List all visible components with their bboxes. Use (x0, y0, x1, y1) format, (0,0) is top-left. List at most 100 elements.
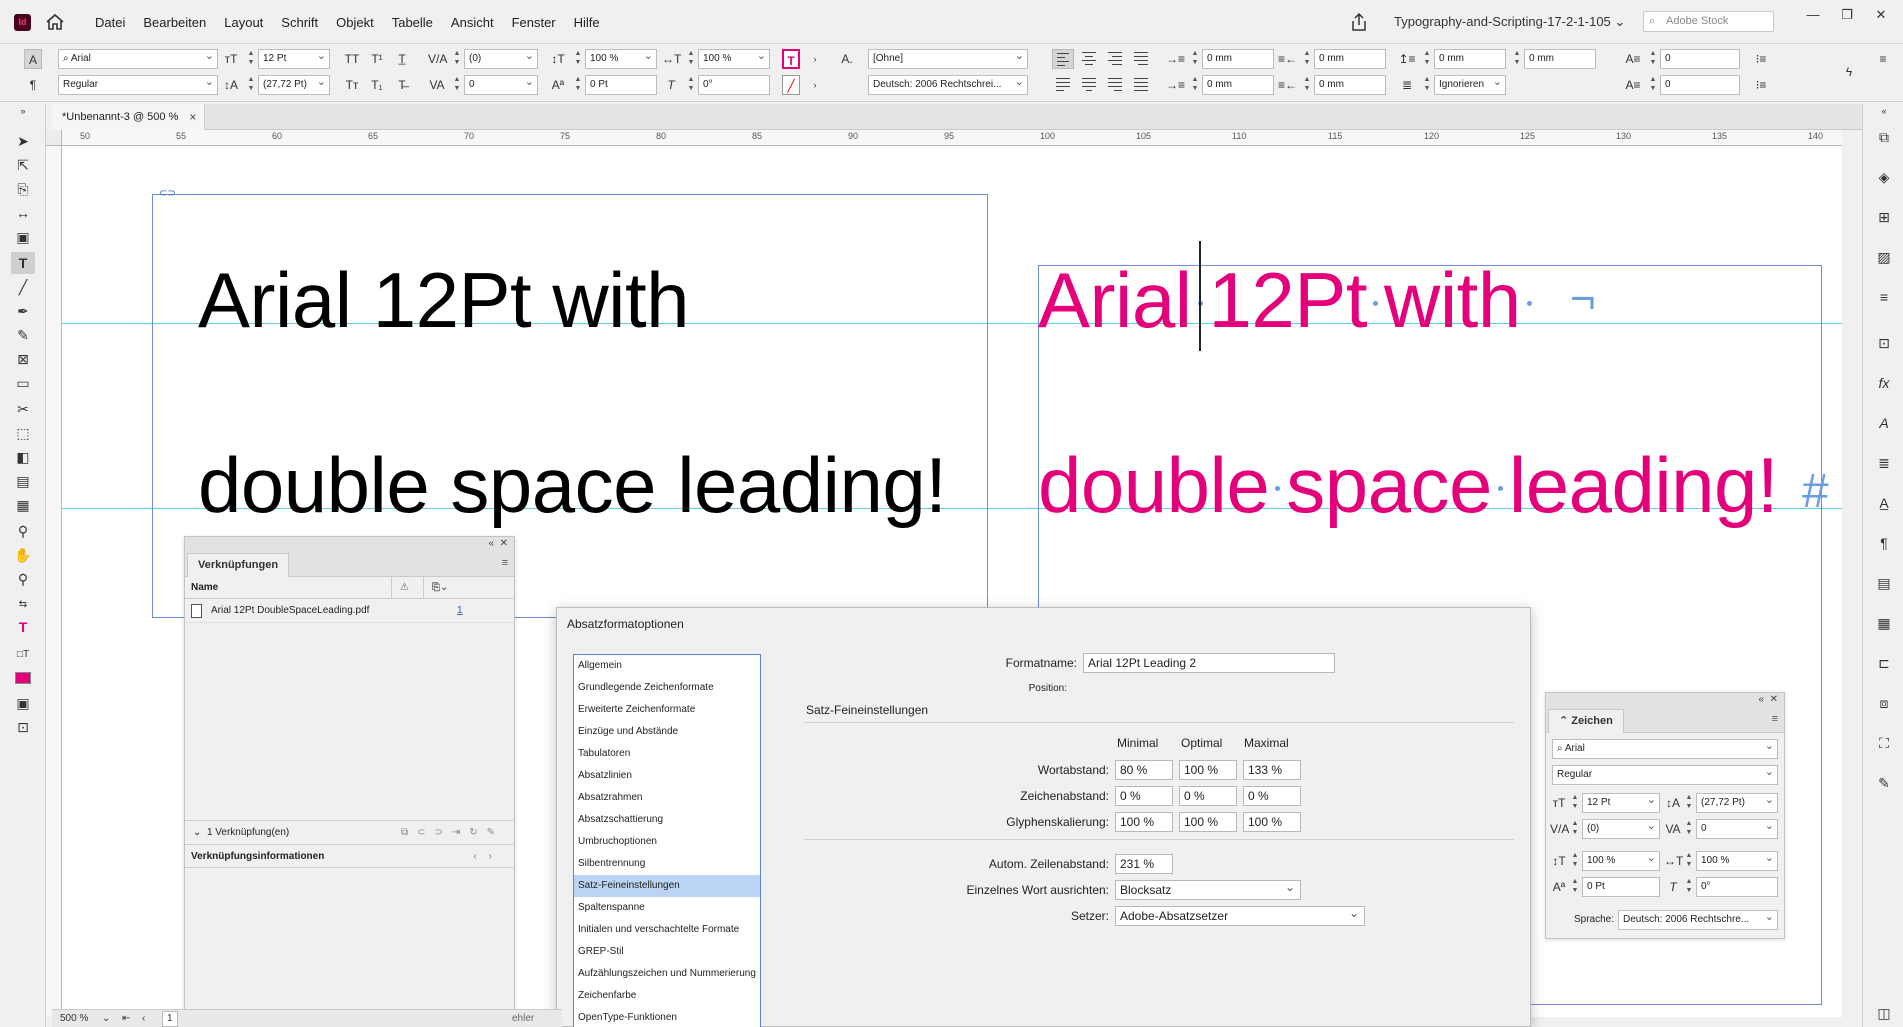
character-panel-icon[interactable]: A (1873, 412, 1895, 434)
screen-mode-icon[interactable]: ▣ (11, 692, 35, 714)
char-language-field[interactable]: Deutsch: 2006 Rechtschre... (1618, 910, 1778, 930)
last-line-indent-stepper[interactable]: ▲ ▼ (1302, 75, 1312, 95)
content-collector-icon[interactable]: ▣ (11, 226, 35, 248)
menu-layout[interactable]: Layout (215, 15, 272, 30)
fill-color-icon[interactable] (11, 666, 35, 688)
tab-zeichen[interactable]: ⌃ Zeichen (1548, 709, 1624, 733)
collapse-tools-icon[interactable]: » (11, 104, 35, 118)
align-center-button[interactable] (1078, 49, 1100, 69)
document-tab[interactable]: *Unbenannt-3 @ 500 % × (52, 104, 206, 130)
menu-schrift[interactable]: Schrift (272, 15, 327, 30)
type-tool-icon[interactable]: T (11, 252, 35, 274)
char-style-field[interactable]: Regular (1552, 765, 1778, 785)
category-item[interactable]: Erweiterte Zeichenformate (574, 699, 760, 721)
char-size-field[interactable]: 12 Pt (1582, 793, 1660, 813)
glyph-scaling-min[interactable]: 100 % (1115, 812, 1173, 832)
superscript-icon[interactable]: T¹ (368, 49, 386, 69)
fill-menu-chevron-icon[interactable]: › (806, 49, 824, 69)
minimize-button[interactable]: — (1796, 4, 1830, 26)
all-caps-icon[interactable]: TT (343, 49, 361, 69)
text-wrap-panel-icon[interactable]: ⊡ (1873, 332, 1895, 354)
character-style-field[interactable]: [Ohne] (868, 49, 1028, 69)
pathfinder-panel-icon[interactable]: ⧈ (1873, 692, 1895, 714)
close-tab-icon[interactable]: × (189, 104, 196, 130)
link-action-icons[interactable]: ⧉⊂⊃⇥↻✎ (401, 821, 504, 845)
char-skew-field[interactable]: 0° (1696, 877, 1778, 897)
category-item[interactable]: Silbentrennung (574, 853, 760, 875)
link-info-nav-icons[interactable]: ‹› (473, 845, 504, 869)
char-baseline-field[interactable]: 0 Pt (1582, 877, 1660, 897)
first-line-indent-field[interactable]: 0 mm (1202, 75, 1274, 95)
align-panel-icon[interactable]: ⊏ (1873, 652, 1895, 674)
tracking-field[interactable]: 0 (464, 75, 538, 95)
link-page-number[interactable]: 1 (457, 599, 463, 623)
close-panel-icon[interactable]: ✕ (500, 538, 508, 549)
link-info-section[interactable]: Verknüpfungsinformationen ‹› (185, 844, 514, 868)
strikethrough-icon[interactable]: T̶ (393, 75, 411, 95)
menu-datei[interactable]: Datei (86, 15, 134, 30)
justify-right-button[interactable] (1104, 75, 1126, 95)
left-indent-field[interactable]: 0 mm (1202, 49, 1274, 69)
category-item[interactable]: Absatzlinien (574, 765, 760, 787)
char-tracking-field[interactable]: 0 (1696, 819, 1778, 839)
space-before-stepper[interactable]: ▲ ▼ (1422, 49, 1432, 69)
category-item[interactable]: Aufzählungszeichen und Nummerierung (574, 963, 760, 985)
fill-stroke-icon[interactable]: T (11, 616, 35, 638)
baseline-shift-field[interactable]: 0 Pt (585, 75, 657, 95)
view-mode-icon[interactable]: ⊡ (11, 716, 35, 738)
category-item[interactable]: Allgemein (574, 655, 760, 677)
single-word-justification-select[interactable]: Blocksatz (1115, 880, 1301, 900)
collapse-panel-icon[interactable]: « (1758, 694, 1764, 705)
drop-cap-chars-field[interactable]: 0 (1660, 75, 1740, 95)
transform-panel-icon[interactable]: ⛶ (1873, 732, 1895, 754)
category-item[interactable]: Zeichenfarbe (574, 985, 760, 1007)
rectangle-frame-tool-icon[interactable]: ⊠ (11, 348, 35, 370)
close-panel-icon[interactable]: ✕ (1770, 694, 1778, 705)
page-tool-icon[interactable]: ⎘ (11, 178, 35, 200)
first-line-indent-stepper[interactable]: ▲ ▼ (1190, 75, 1200, 95)
zoom-dropdown-icon[interactable]: ⌄ (102, 1010, 110, 1027)
paragraph-panel-icon[interactable]: ≣ (1873, 452, 1895, 474)
char-size-stepper[interactable]: ▲ ▼ (1570, 793, 1580, 813)
leading-stepper[interactable]: ▲ ▼ (246, 75, 256, 95)
justify-all-button[interactable] (1130, 75, 1152, 95)
char-hscale-stepper[interactable]: ▲ ▼ (1684, 851, 1694, 871)
text-fill-color-icon[interactable]: T (782, 49, 800, 69)
char-vscale-field[interactable]: 100 % (1582, 851, 1660, 871)
char-baseline-stepper[interactable]: ▲ ▼ (1570, 877, 1580, 897)
page-column-icon[interactable]: ⎘⌄ (423, 577, 448, 599)
category-item[interactable]: GREP-Stil (574, 941, 760, 963)
control-menu-icon[interactable]: ≡ (1874, 49, 1892, 69)
paragraph-mode-icon[interactable]: ¶ (24, 75, 42, 95)
pages-panel-icon[interactable]: ⧉ (1873, 126, 1895, 148)
category-item[interactable]: Umbruchoptionen (574, 831, 760, 853)
category-list[interactable]: Allgemein Grundlegende Zeichenformate Erwe… (573, 654, 761, 1027)
swap-colors-icon[interactable]: ⇆ (11, 594, 35, 616)
font-family-field[interactable]: ⌕ Arial (58, 49, 218, 69)
selection-tool-icon[interactable]: ➤ (11, 130, 35, 152)
vertical-scale-stepper[interactable]: ▲ ▼ (573, 49, 583, 69)
ruler-origin[interactable] (46, 130, 62, 146)
rectangle-tool-icon[interactable]: ▭ (11, 372, 35, 394)
letter-spacing-max[interactable]: 0 % (1243, 786, 1301, 806)
split-view-icon[interactable]: ◫ (1873, 1002, 1895, 1024)
panel-menu-icon[interactable]: ≡ (502, 557, 508, 569)
align-left-button[interactable] (1052, 49, 1074, 69)
numbering-icon[interactable]: ⁝≡ (1752, 75, 1770, 95)
free-transform-tool-icon[interactable]: ⬚ (11, 422, 35, 444)
tracking-stepper[interactable]: ▲ ▼ (452, 75, 462, 95)
char-kerning-field[interactable]: (0) (1582, 819, 1660, 839)
formatting-container-icon[interactable]: □T (11, 644, 35, 666)
note-tool-icon[interactable]: ▦ (11, 494, 35, 516)
close-window-button[interactable]: ✕ (1864, 4, 1898, 26)
layers-panel-icon[interactable]: ◈ (1873, 166, 1895, 188)
paragraph-styles-panel-icon[interactable]: ¶ (1873, 532, 1895, 554)
previous-page-icon[interactable]: ‹ (142, 1010, 145, 1027)
category-item[interactable]: Absatzrahmen (574, 787, 760, 809)
direct-selection-tool-icon[interactable]: ⇱ (11, 154, 35, 176)
kerning-field[interactable]: (0) (464, 49, 538, 69)
menu-objekt[interactable]: Objekt (327, 15, 383, 30)
char-font-field[interactable]: ⌕ Arial (1552, 739, 1778, 759)
menu-ansicht[interactable]: Ansicht (442, 15, 503, 30)
char-skew-stepper[interactable]: ▲ ▼ (1684, 877, 1694, 897)
